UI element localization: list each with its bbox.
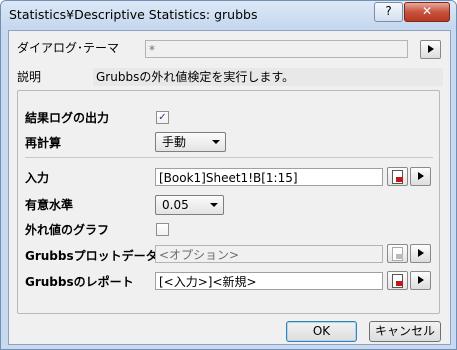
grubbs-report-field[interactable]: [<入力>]<新規> (155, 272, 383, 290)
grubbs-plot-select-button[interactable] (387, 244, 408, 263)
input-range-select-button[interactable] (387, 167, 408, 186)
right-triangle-icon (418, 249, 424, 257)
theme-menu-button[interactable] (420, 40, 441, 59)
recalc-select[interactable]: 手動 (155, 132, 226, 152)
window-title: Statistics¥Descriptive Statistics: grubb… (9, 7, 258, 22)
grubbs-plot-field[interactable]: <オプション> (155, 245, 383, 263)
divider (25, 157, 433, 158)
grubbs-report-menu-button[interactable] (410, 271, 431, 290)
theme-label: ダイアログ･テーマ (17, 41, 120, 55)
grubbs-report-label: Grubbsのレポート (25, 275, 134, 289)
dialog-window: Statistics¥Descriptive Statistics: grubb… (0, 0, 457, 350)
input-label: 入力 (25, 171, 50, 185)
grubbs-report-select-button[interactable] (387, 271, 408, 290)
theme-field[interactable]: * (145, 40, 408, 58)
result-log-checkbox[interactable]: ✓ (156, 111, 169, 124)
right-triangle-icon (418, 172, 424, 180)
chevron-down-icon (210, 203, 218, 207)
outlier-graph-label: 外れ値のグラフ (25, 223, 110, 237)
right-triangle-icon (418, 276, 424, 284)
ok-button[interactable]: OK (286, 321, 357, 342)
significance-value: 0.05 (162, 198, 189, 212)
grubbs-plot-menu-button[interactable] (410, 244, 431, 263)
close-button[interactable]: ✕ (404, 2, 450, 22)
help-button[interactable]: ? (374, 2, 403, 22)
description-text: Grubbsの外れ値検定を実行します。 (93, 68, 443, 86)
grubbs-plot-label: Grubbsプロットデータ (25, 249, 158, 263)
title-bar[interactable]: Statistics¥Descriptive Statistics: grubb… (1, 1, 456, 29)
description-label: 説明 (17, 70, 42, 84)
recalc-value: 手動 (162, 135, 187, 149)
result-log-label: 結果ログの出力 (25, 111, 110, 125)
cancel-button[interactable]: キャンセル (369, 321, 441, 342)
right-triangle-icon (428, 45, 434, 53)
chevron-down-icon (212, 140, 220, 144)
checkmark-icon: ✓ (158, 112, 167, 123)
dialog-body: ダイアログ･テーマ * 説明 Grubbsの外れ値検定を実行します。 結果ログの… (8, 30, 451, 345)
outlier-graph-checkbox[interactable] (156, 223, 169, 236)
significance-select[interactable]: 0.05 (155, 195, 224, 215)
input-menu-button[interactable] (410, 167, 431, 186)
recalc-label: 再計算 (25, 136, 62, 150)
significance-label: 有意水準 (25, 198, 74, 212)
input-range-field[interactable]: [Book1]Sheet1!B[1:15] (155, 168, 383, 186)
